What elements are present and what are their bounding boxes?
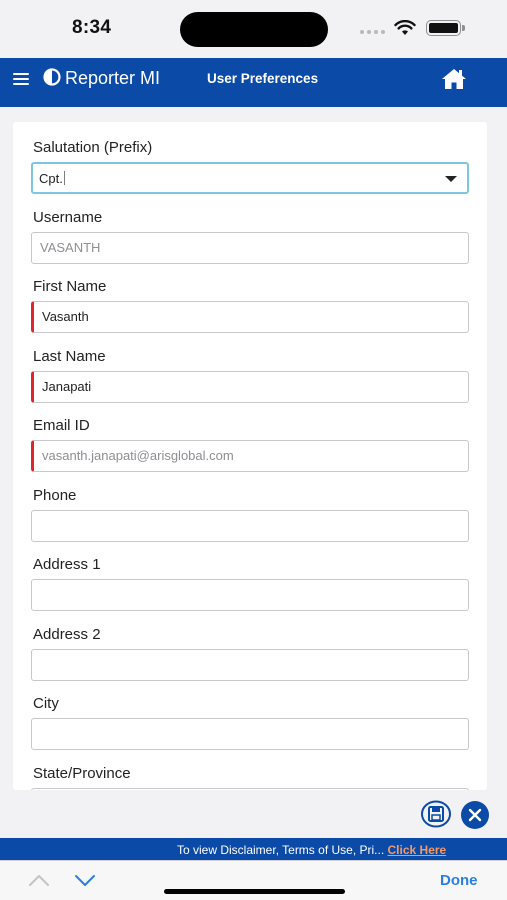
- phone-label: Phone: [33, 487, 77, 504]
- screen: 8:34 Reporter MI User Preferences Saluta…: [0, 0, 507, 900]
- address2-field[interactable]: [31, 649, 469, 681]
- preferences-form: Salutation (Prefix) Cpt. Username VASANT…: [13, 122, 487, 790]
- salutation-select[interactable]: Cpt.: [31, 162, 469, 194]
- battery-icon: [426, 20, 465, 36]
- close-button[interactable]: [461, 801, 489, 829]
- menu-icon[interactable]: [13, 73, 29, 87]
- close-icon: [468, 808, 482, 822]
- chevron-down-icon[interactable]: [74, 873, 96, 887]
- wifi-icon: [394, 20, 416, 35]
- disclaimer-link[interactable]: Click Here: [388, 843, 447, 857]
- first-name-value: Vasanth: [42, 309, 89, 324]
- page-title: User Preferences: [207, 71, 319, 86]
- save-icon[interactable]: [421, 800, 451, 828]
- status-bar: 8:34: [0, 0, 507, 58]
- signal-dots-icon: [360, 30, 385, 34]
- username-field: VASANTH: [31, 232, 469, 264]
- dynamic-island: [180, 12, 328, 47]
- disclaimer-bar: To view Disclaimer, Terms of Use, Pri...…: [0, 838, 507, 860]
- state-label: State/Province: [33, 765, 131, 782]
- address1-label: Address 1: [33, 556, 101, 573]
- username-value: VASANTH: [40, 240, 101, 255]
- chevron-up-icon[interactable]: [28, 873, 50, 887]
- email-value: vasanth.janapati@arisglobal.com: [42, 448, 234, 463]
- username-label: Username: [33, 209, 103, 226]
- email-field[interactable]: vasanth.janapati@arisglobal.com: [31, 440, 469, 472]
- city-label: City: [33, 695, 59, 712]
- logo-icon: [43, 68, 61, 86]
- state-field[interactable]: [31, 788, 469, 790]
- dropdown-arrow-icon: [445, 176, 457, 182]
- last-name-value: Janapati: [42, 379, 92, 394]
- salutation-value: Cpt.: [39, 171, 63, 186]
- phone-field[interactable]: [31, 510, 469, 542]
- app-header: Reporter MI User Preferences: [0, 58, 507, 107]
- home-indicator: [164, 889, 345, 894]
- first-name-label: First Name: [33, 278, 107, 295]
- keyboard-accessory-bar: Done: [0, 860, 507, 900]
- done-button[interactable]: Done: [440, 872, 478, 889]
- disclaimer-text: To view Disclaimer, Terms of Use, Pri...…: [177, 843, 446, 857]
- home-icon[interactable]: [441, 68, 467, 90]
- disclaimer-message: To view Disclaimer, Terms of Use, Pri...: [177, 843, 385, 857]
- last-name-field[interactable]: Janapati: [31, 371, 469, 403]
- last-name-label: Last Name: [33, 348, 106, 365]
- status-time: 8:34: [72, 17, 112, 38]
- address1-field[interactable]: [31, 579, 469, 611]
- first-name-field[interactable]: Vasanth: [31, 301, 469, 333]
- email-label: Email ID: [33, 417, 90, 434]
- salutation-label: Salutation (Prefix): [33, 139, 153, 156]
- city-field[interactable]: [31, 718, 469, 750]
- address2-label: Address 2: [33, 626, 101, 643]
- brand-name: Reporter MI: [65, 68, 161, 88]
